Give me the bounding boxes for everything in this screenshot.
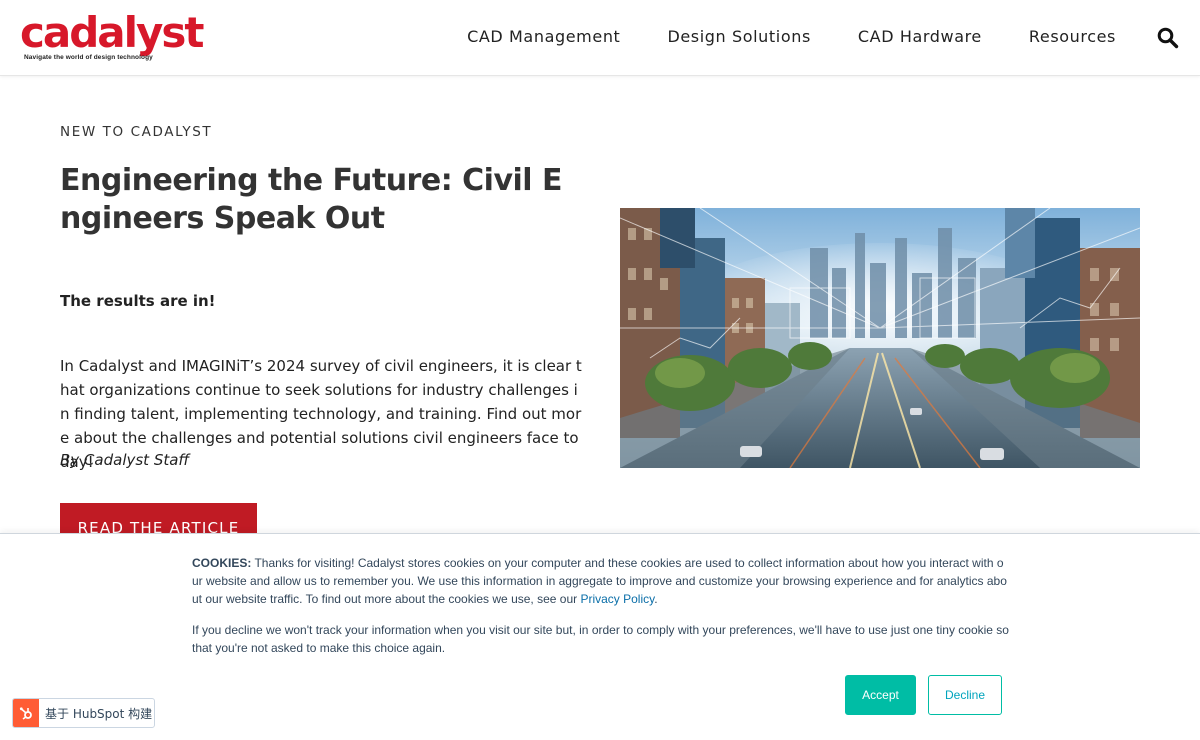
cookie-message: COOKIES: Thanks for visiting! Cadalyst s… [192, 554, 1010, 608]
hubspot-label: 基于 HubSpot 构建 [45, 706, 153, 721]
search-icon[interactable] [1157, 27, 1179, 49]
nav-cad-management[interactable]: CAD Management [467, 27, 620, 46]
article-byline: By Cadalyst Staff [60, 451, 190, 469]
cookie-label: COOKIES: [192, 556, 252, 570]
logo-wordmark: cadalyst [20, 8, 205, 57]
article-title: Engineering the Future: Civil Engineers … [60, 163, 563, 236]
site-header: cadalyst Navigate the world of design te… [0, 0, 1200, 76]
cookie-text-end: . [654, 592, 658, 606]
hubspot-sprocket-icon [13, 699, 39, 727]
cadalyst-logo[interactable]: cadalyst Navigate the world of design te… [20, 12, 215, 64]
nav-design-solutions[interactable]: Design Solutions [667, 27, 810, 46]
article-eyebrow: NEW TO CADALYST [60, 124, 213, 140]
privacy-policy-link[interactable]: Privacy Policy [580, 592, 654, 606]
nav-cad-hardware[interactable]: CAD Hardware [858, 27, 982, 46]
main-nav: CAD Management Design Solutions CAD Hard… [467, 27, 1116, 46]
decline-cookies-button[interactable]: Decline [928, 675, 1002, 715]
article-hero-image[interactable] [620, 208, 1140, 468]
article-lead: The results are in! [60, 292, 216, 310]
hubspot-badge[interactable]: 基于 HubSpot 构建 [12, 698, 155, 728]
accept-cookies-button[interactable]: Accept [845, 675, 916, 715]
cookie-decline-note: If you decline we won't track your infor… [192, 623, 1009, 655]
cookie-banner: COOKIES: Thanks for visiting! Cadalyst s… [0, 533, 1200, 740]
nav-resources[interactable]: Resources [1029, 27, 1116, 46]
